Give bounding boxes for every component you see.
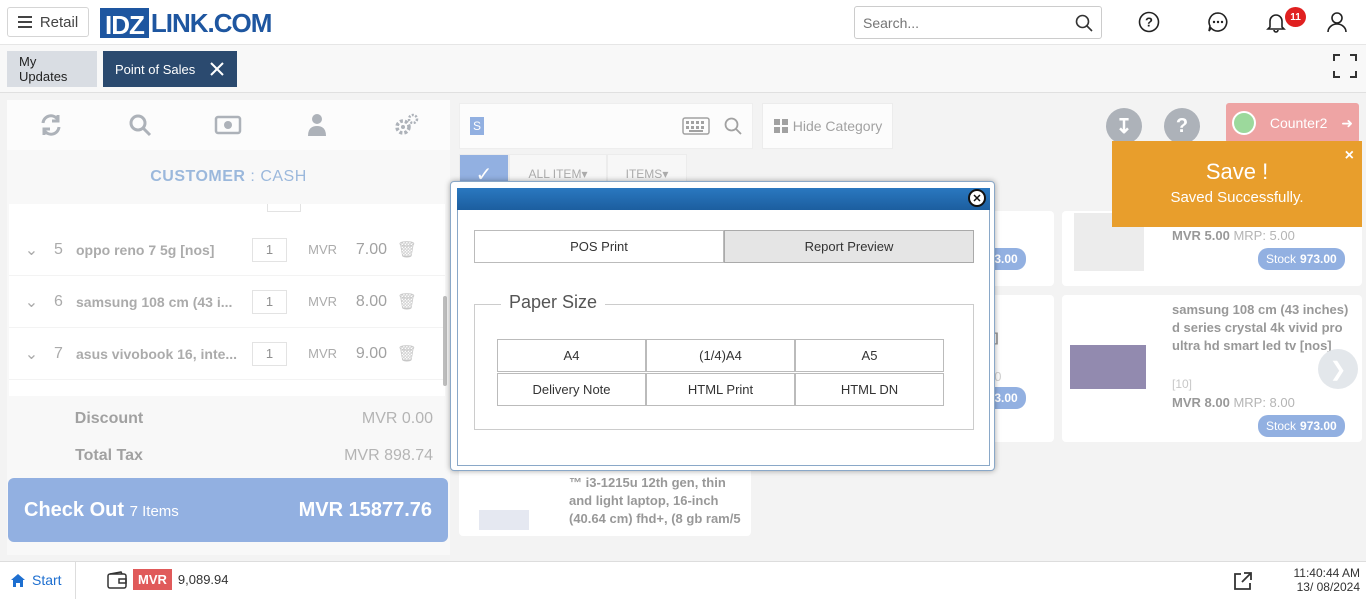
retail-menu-label: Retail <box>39 13 79 31</box>
html-dn-button[interactable]: HTML DN <box>795 373 944 406</box>
dialog-header: ✕ <box>457 188 990 210</box>
search-icon[interactable] <box>1075 14 1093 32</box>
fullscreen-icon[interactable] <box>1332 53 1358 79</box>
svg-text:?: ? <box>1145 15 1153 30</box>
html-print-button[interactable]: HTML Print <box>646 373 795 406</box>
close-tab-icon[interactable] <box>209 61 225 77</box>
date: 13/ 08/2024 <box>1296 580 1360 594</box>
notification-badge: 11 <box>1285 7 1306 27</box>
external-link-icon[interactable] <box>1232 570 1254 592</box>
dialog-body: POS Print Report Preview Paper Size A4 (… <box>457 210 990 466</box>
toast-title: Save ! <box>1205 159 1269 184</box>
start-label: Start <box>32 572 62 588</box>
wallet-balance[interactable]: MVR 9,089.94 <box>107 569 229 590</box>
home-icon <box>11 573 25 587</box>
paper-size-label: Paper Size <box>501 292 606 313</box>
chat-icon[interactable] <box>1206 10 1230 34</box>
toast-message: Saved Successfully. <box>1170 189 1304 206</box>
clock: 11:40:44 AM 13/ 08/2024 <box>1270 566 1361 594</box>
size-a5-button[interactable]: A5 <box>795 339 944 372</box>
print-mode-tabs: POS Print Report Preview <box>474 230 974 263</box>
size-quarter-a4-button[interactable]: (1/4)A4 <box>646 339 795 372</box>
search-input[interactable] <box>863 14 1075 31</box>
paper-size-group: Paper Size A4 (1/4)A4 A5 Delivery Note H… <box>474 292 974 430</box>
tab-label: Point of Sales <box>115 61 196 77</box>
top-bar: Retail IDZ LINK.COM ? 11 <box>0 0 1366 45</box>
balance-value: 9,089.94 <box>177 572 229 587</box>
tab-bar: My Updates Point of Sales <box>0 45 1366 93</box>
close-icon[interactable]: × <box>1345 147 1354 165</box>
time: 11:40:44 AM <box>1293 566 1361 580</box>
retail-menu-button[interactable]: Retail <box>7 7 89 37</box>
divider <box>75 562 76 599</box>
start-button[interactable]: Start <box>10 572 62 588</box>
paper-size-options: A4 (1/4)A4 A5 Delivery Note HTML Print H… <box>497 339 945 407</box>
tab-my-updates[interactable]: My Updates <box>7 51 97 87</box>
global-search <box>854 6 1102 39</box>
delivery-note-button[interactable]: Delivery Note <box>497 373 646 406</box>
currency-badge: MVR <box>133 569 172 590</box>
size-a4-button[interactable]: A4 <box>497 339 646 372</box>
pos-print-button[interactable]: POS Print <box>474 230 724 263</box>
print-dialog: ✕ POS Print Report Preview Paper Size A4… <box>450 181 995 471</box>
save-toast: × Save ! Saved Successfully. <box>1112 141 1362 227</box>
tab-point-of-sales[interactable]: Point of Sales <box>103 51 237 87</box>
tab-label: My Updates <box>19 54 68 84</box>
logo-text: LINK.COM <box>150 7 273 38</box>
logo[interactable]: IDZ LINK.COM <box>100 7 273 40</box>
report-preview-button[interactable]: Report Preview <box>724 230 974 263</box>
logo-box: IDZ <box>100 8 149 40</box>
status-bar: Start MVR 9,089.94 11:40:44 AM 13/ 08/20… <box>0 561 1366 599</box>
user-icon[interactable] <box>1325 10 1349 34</box>
wallet-icon <box>107 570 127 589</box>
help-icon[interactable]: ? <box>1137 10 1161 34</box>
hamburger-icon <box>17 16 32 28</box>
close-icon[interactable]: ✕ <box>968 189 986 207</box>
